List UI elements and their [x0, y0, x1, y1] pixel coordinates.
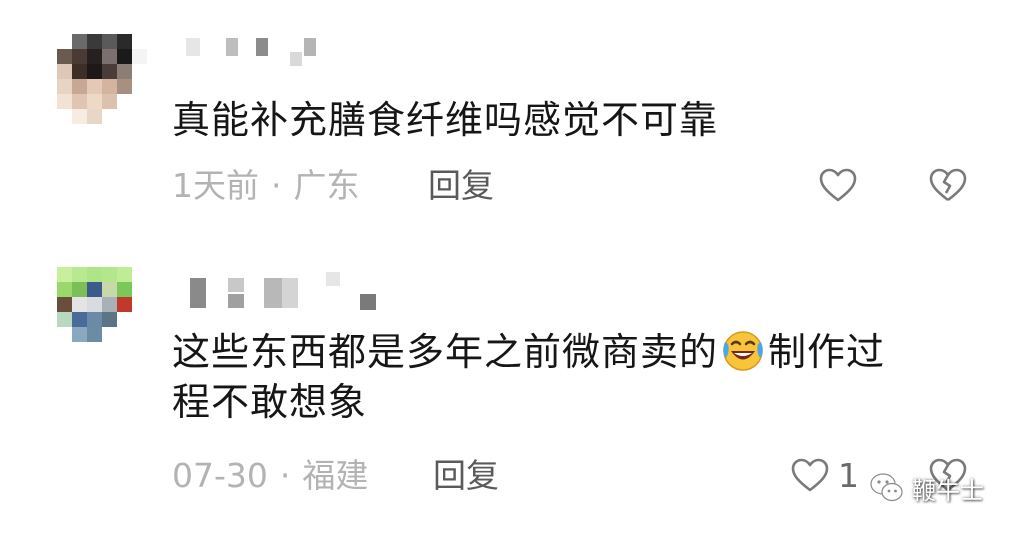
- meta-separator: ·: [279, 456, 291, 495]
- comment-time: 1天前: [172, 166, 259, 205]
- laughing-tears-emoji: [723, 331, 763, 371]
- reply-button[interactable]: 回复: [433, 456, 499, 496]
- comment-location: 福建: [302, 456, 369, 495]
- avatar[interactable]: [57, 34, 147, 124]
- comment-text: 这些东西都是多年之前微商卖的 制作过 程不敢想象: [172, 327, 972, 427]
- like-button[interactable]: [790, 456, 830, 496]
- comment-time: 07-30: [172, 456, 268, 495]
- comment-list: 真能补充膳食纤维吗感觉不可靠 1天前 · 广东 回复 这些东西都是多年之前微商卖…: [0, 0, 1024, 533]
- comment-meta: 1天前 · 广东: [172, 166, 360, 206]
- avatar[interactable]: [57, 267, 147, 357]
- wechat-icon: [870, 473, 903, 502]
- comment-meta: 07-30 · 福建: [172, 456, 368, 496]
- comment-text-part: 这些东西都是多年之前微商卖的: [172, 330, 719, 374]
- dislike-button[interactable]: [928, 166, 968, 206]
- meta-separator: ·: [271, 166, 282, 205]
- comment-text: 真能补充膳食纤维吗感觉不可靠: [172, 98, 719, 142]
- heart-icon: [819, 168, 857, 202]
- comment-location: 广东: [293, 166, 360, 205]
- broken-heart-icon: [929, 168, 967, 202]
- watermark: 鞭牛士: [868, 466, 984, 510]
- comment-item: 真能补充膳食纤维吗感觉不可靠 1天前 · 广东 回复: [0, 0, 1024, 250]
- reply-button[interactable]: 回复: [428, 166, 494, 206]
- like-count: 1: [838, 456, 859, 495]
- heart-icon: [791, 458, 829, 492]
- like-button[interactable]: [818, 166, 858, 206]
- watermark-label: 鞭牛士: [912, 476, 984, 505]
